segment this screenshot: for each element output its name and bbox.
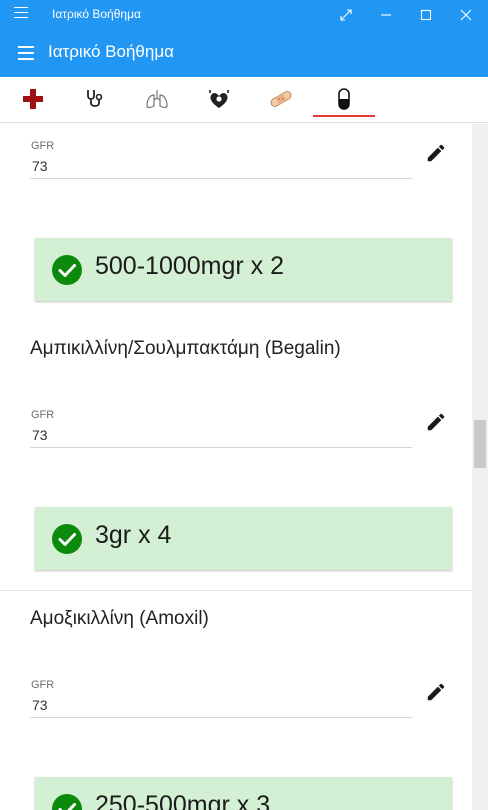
edit-gfr-button[interactable] xyxy=(425,681,447,703)
close-icon[interactable] xyxy=(446,0,486,29)
window-titlebar: Ιατρικό Βοήθημα xyxy=(0,0,488,29)
check-circle-icon xyxy=(52,255,82,285)
drug-name: Αμοξικιλλίνη (Amoxil) xyxy=(30,608,209,629)
lungs-icon xyxy=(146,90,168,109)
edit-gfr-button[interactable] xyxy=(425,411,447,433)
gfr-underline xyxy=(30,447,412,448)
pencil-icon xyxy=(427,413,445,431)
dose-text: 500-1000mgr x 2 xyxy=(95,252,285,280)
gfr-input[interactable]: 73 xyxy=(32,427,48,443)
check-circle-icon xyxy=(52,524,82,554)
app-title: Ιατρικό Βοήθημα xyxy=(48,42,174,61)
gfr-label: GFR xyxy=(31,409,55,421)
tab-bandage[interactable] xyxy=(250,77,312,121)
pencil-icon xyxy=(427,683,445,701)
tab-lungs[interactable] xyxy=(126,77,188,121)
fullscreen-icon[interactable] xyxy=(326,0,366,29)
gfr-label: GFR xyxy=(31,679,55,691)
capsule-icon xyxy=(338,88,350,110)
check-circle-icon xyxy=(52,794,82,810)
gfr-underline xyxy=(30,717,412,718)
dose-result: 250-500mgr x 3 xyxy=(35,777,452,810)
scrollbar-thumb[interactable] xyxy=(474,420,486,468)
gfr-label: GFR xyxy=(31,140,55,152)
bandage-icon xyxy=(270,91,292,107)
dose-text: 3gr x 4 xyxy=(95,521,172,549)
window-title: Ιατρικό Βοήθημα xyxy=(52,7,141,21)
scrollbar[interactable] xyxy=(472,124,488,810)
heart-stethoscope-icon xyxy=(209,90,229,108)
red-cross-icon xyxy=(23,89,43,109)
gfr-input[interactable]: 73 xyxy=(32,697,48,713)
stethoscope-icon xyxy=(87,90,103,107)
hamburger-menu-icon[interactable] xyxy=(18,46,34,60)
tab-heart[interactable] xyxy=(188,77,250,121)
app-bar: Ιατρικό Βοήθημα xyxy=(0,29,488,77)
pencil-icon xyxy=(427,144,445,162)
dose-result: 500-1000mgr x 2 xyxy=(35,238,452,301)
minimize-icon[interactable] xyxy=(366,0,406,29)
drug-name: Αμπικιλλίνη/Σουλμπακτάμη (Begalin) xyxy=(30,338,341,359)
gfr-underline xyxy=(30,178,412,179)
maximize-icon[interactable] xyxy=(406,0,446,29)
drug-list[interactable]: GFR 73 500-1000mgr x 2 Αμπικιλλίνη/Σουλμ… xyxy=(0,124,472,810)
tab-bar xyxy=(0,77,488,123)
gfr-input[interactable]: 73 xyxy=(32,158,48,174)
dose-result: 3gr x 4 xyxy=(35,507,452,570)
tab-first-aid[interactable] xyxy=(2,77,64,121)
dose-text: 250-500mgr x 3 xyxy=(95,791,271,810)
tab-drugs[interactable] xyxy=(313,77,375,121)
tab-stethoscope[interactable] xyxy=(64,77,126,121)
section-divider xyxy=(0,590,472,591)
edit-gfr-button[interactable] xyxy=(425,142,447,164)
window-menu-icon[interactable] xyxy=(14,7,28,21)
